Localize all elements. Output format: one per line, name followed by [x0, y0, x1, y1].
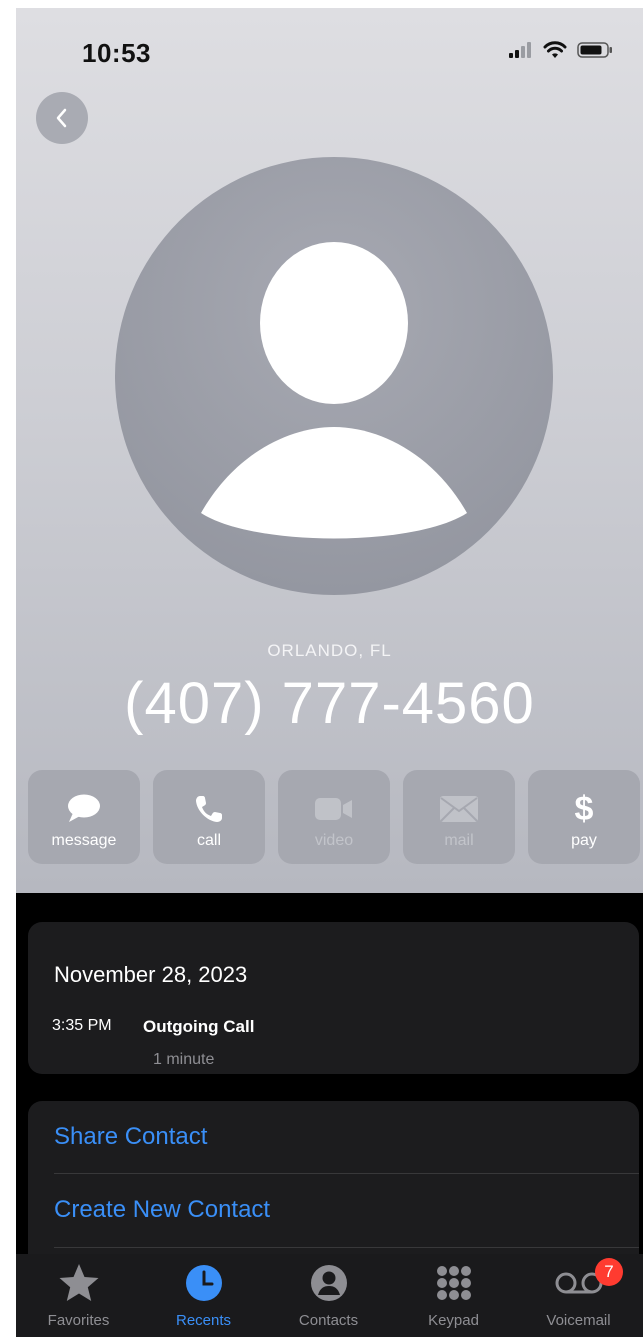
contact-phone-number: (407) 777-4560 — [124, 671, 535, 736]
pay-button[interactable]: $ pay — [528, 770, 640, 864]
status-time: 10:53 — [82, 38, 151, 68]
share-contact-link[interactable]: Share Contact — [54, 1123, 207, 1151]
pay-label: pay — [571, 832, 597, 849]
message-label: message — [51, 832, 117, 849]
options-divider — [54, 1247, 639, 1248]
tab-bar: Favorites Recents Contacts Keypad 7 Voic… — [16, 1254, 643, 1337]
person-circle-icon — [309, 1258, 349, 1308]
tab-voicemail[interactable]: 7 Voicemail — [516, 1254, 641, 1337]
call-label: call — [196, 832, 221, 849]
keypad-grid-icon — [434, 1258, 474, 1308]
chevron-left-icon — [56, 108, 67, 128]
tab-recents-label: Recents — [175, 1312, 232, 1329]
envelope-icon — [439, 792, 479, 826]
tab-recents[interactable]: Recents — [141, 1254, 266, 1337]
tab-keypad[interactable]: Keypad — [391, 1254, 516, 1337]
tab-keypad-label: Keypad — [428, 1312, 479, 1329]
tab-favorites-label: Favorites — [47, 1312, 110, 1329]
call-type: Outgoing Call — [143, 1017, 255, 1036]
message-button[interactable]: message — [28, 770, 140, 864]
mail-label: mail — [444, 832, 474, 849]
call-log-card: November 28, 2023 3:35 PM Outgoing Call … — [28, 922, 639, 1074]
star-icon — [58, 1258, 100, 1308]
call-duration: 1 minute — [153, 1051, 215, 1068]
battery-icon — [577, 42, 612, 58]
contact-location: ORLANDO, FL — [267, 641, 392, 660]
back-button[interactable] — [36, 92, 88, 144]
contact-header: 10:53 ORLANDO, FL (407) 777-4560 message… — [16, 8, 643, 893]
message-bubble-icon — [66, 792, 102, 826]
phone-icon — [194, 792, 224, 826]
tab-favorites[interactable]: Favorites — [16, 1254, 141, 1337]
mail-button[interactable]: mail — [403, 770, 515, 864]
person-silhouette-icon — [201, 242, 467, 539]
video-camera-icon — [314, 792, 354, 826]
contact-avatar — [115, 157, 553, 595]
tab-contacts[interactable]: Contacts — [266, 1254, 391, 1337]
create-new-contact-link[interactable]: Create New Contact — [54, 1196, 270, 1224]
signal-icon — [509, 42, 531, 58]
status-icons — [509, 41, 613, 59]
voicemail-badge: 7 — [595, 1258, 623, 1286]
tab-voicemail-label: Voicemail — [546, 1312, 611, 1329]
video-button[interactable]: video — [278, 770, 390, 864]
options-divider — [54, 1173, 639, 1174]
action-buttons: message call video mail $ pay — [28, 770, 642, 864]
video-label: video — [314, 832, 354, 849]
wifi-icon — [543, 41, 567, 58]
call-button[interactable]: call — [153, 770, 265, 864]
phone-screen: 10:53 ORLANDO, FL (407) 777-4560 message… — [16, 8, 643, 1337]
call-time: 3:35 PM — [52, 1017, 112, 1034]
tab-contacts-label: Contacts — [298, 1312, 359, 1329]
dollar-icon: $ — [574, 790, 594, 828]
clock-icon — [184, 1258, 224, 1308]
call-date: November 28, 2023 — [54, 962, 248, 987]
